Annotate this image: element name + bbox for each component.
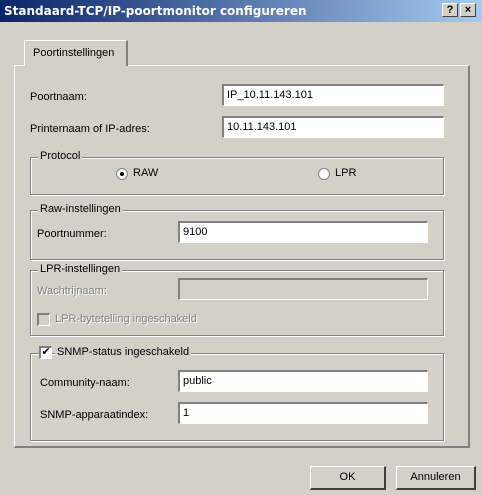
lpr-byte-count-label: LPR-bytetelling ingeschakeld — [55, 313, 197, 325]
tab-label: Poortinstellingen — [33, 47, 115, 59]
raw-label[interactable]: RAW — [133, 167, 158, 179]
help-button[interactable]: ? — [442, 3, 458, 17]
lpr-radio[interactable] — [318, 168, 330, 180]
printer-address-field[interactable]: 10.11.143.101 — [222, 116, 444, 138]
port-number-field[interactable]: 9100 — [178, 221, 428, 243]
raw-radio[interactable] — [116, 168, 128, 180]
tab-port-settings[interactable]: Poortinstellingen — [24, 40, 128, 66]
close-button[interactable]: × — [460, 3, 476, 17]
queue-name-label: Wachtrijnaam: — [37, 285, 107, 297]
ok-button[interactable]: OK — [310, 466, 386, 490]
snmp-group — [30, 353, 444, 441]
lpr-settings-legend: LPR-instellingen — [38, 263, 123, 275]
snmp-index-field[interactable]: 1 — [178, 402, 428, 424]
lpr-label[interactable]: LPR — [335, 167, 356, 179]
community-name-label: Community-naam: — [40, 377, 130, 389]
port-name-field[interactable]: IP_10.11.143.101 — [222, 84, 444, 106]
lpr-byte-count-checkbox[interactable] — [37, 313, 50, 326]
radio-selected-dot — [120, 172, 124, 176]
protocol-group — [30, 157, 444, 195]
raw-settings-legend: Raw-instellingen — [38, 203, 123, 215]
protocol-legend: Protocol — [38, 150, 83, 162]
community-name-field[interactable]: public — [178, 370, 428, 392]
cancel-button[interactable]: Annuleren — [396, 466, 476, 490]
queue-name-field[interactable] — [178, 278, 428, 300]
snmp-checkbox[interactable]: ✔ — [39, 346, 52, 359]
snmp-index-label: SNMP-apparaatindex: — [40, 409, 149, 421]
title-bar[interactable]: Standaard-TCP/IP-poortmonitor configurer… — [0, 0, 482, 22]
window-title: Standaard-TCP/IP-poortmonitor configurer… — [4, 4, 307, 18]
printer-name-label: Printernaam of IP-adres: — [30, 123, 150, 135]
snmp-legend[interactable]: SNMP-status ingeschakeld — [55, 346, 192, 358]
port-name-label: Poortnaam: — [30, 91, 87, 103]
port-number-label: Poortnummer: — [37, 228, 107, 240]
